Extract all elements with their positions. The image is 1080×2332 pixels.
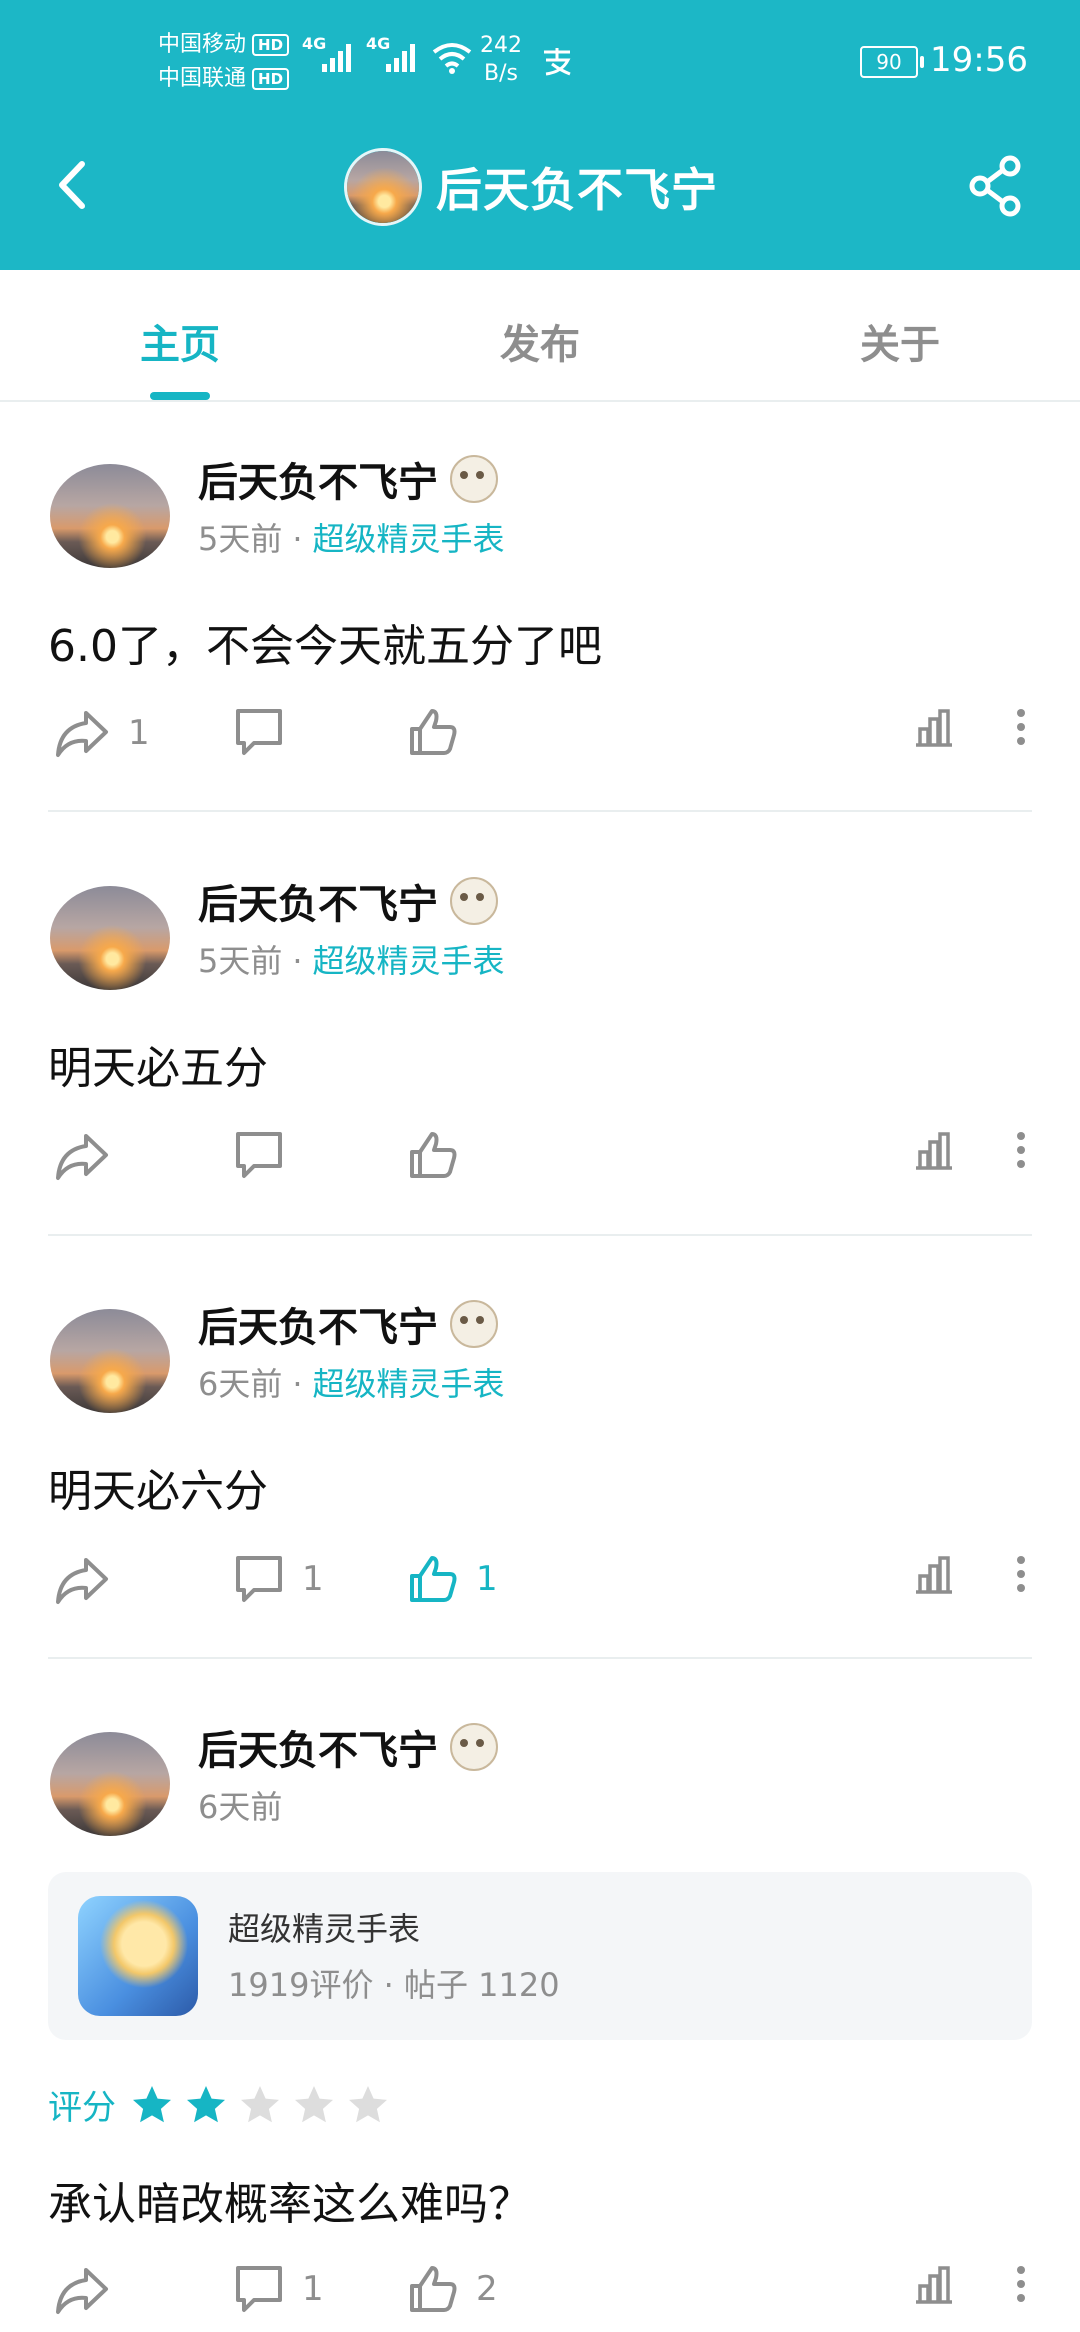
forward-icon <box>56 1134 108 1180</box>
author-name[interactable]: 后天负不飞宁 <box>198 1718 498 1776</box>
game-stats: 1919评价 · 帖子 1120 <box>228 1966 560 2004</box>
comment-icon <box>236 1556 282 1602</box>
star-icon <box>241 2085 279 2122</box>
forward-icon <box>56 711 108 757</box>
star-icon <box>133 2085 171 2122</box>
badge-icon <box>450 455 498 503</box>
author-name[interactable]: 后天负不飞宁 <box>198 1295 498 1353</box>
app-tag[interactable]: 超级精灵手表 <box>313 520 505 558</box>
stats-icon[interactable] <box>912 1128 956 1172</box>
post-meta: 5天前 · 超级精灵手表 <box>198 520 505 558</box>
comment-icon <box>236 2266 282 2312</box>
post-actions <box>0 1128 1080 1198</box>
post-content[interactable]: 6.0了，不会今天就五分了吧 <box>48 610 602 674</box>
more-icon[interactable] <box>1014 705 1028 749</box>
post-content[interactable]: 明天必六分 <box>48 1455 268 1519</box>
like-icon <box>410 1132 457 1178</box>
clock: 19:56 <box>930 40 1028 80</box>
more-icon[interactable] <box>1014 2262 1028 2306</box>
post-meta: 5天前 · 超级精灵手表 <box>198 942 505 980</box>
badge-icon <box>450 1723 498 1771</box>
avatar[interactable] <box>50 886 170 990</box>
post-content[interactable]: 明天必五分 <box>48 1032 268 1096</box>
share-icon[interactable] <box>966 154 1026 218</box>
post-meta: 6天前 <box>198 1788 283 1826</box>
status-bar: 中国移动 HD 中国联通 HD 4G 4G 242 B/s 90 19:56 <box>0 0 1080 120</box>
tab-posts[interactable]: 发布 <box>460 312 620 370</box>
post-actions: 1 1 <box>0 1552 1080 1622</box>
tab-about[interactable]: 关于 <box>820 312 980 370</box>
author-name[interactable]: 后天负不飞宁 <box>198 450 498 508</box>
comment-icon <box>236 1132 282 1178</box>
wifi-icon <box>432 43 472 74</box>
stats-icon[interactable] <box>912 1552 956 1596</box>
net-speed: 242 B/s <box>480 33 522 86</box>
author-name[interactable]: 后天负不飞宁 <box>198 872 498 930</box>
carrier-1: 中国移动 <box>158 32 247 57</box>
stats-icon[interactable] <box>912 2262 956 2306</box>
rating: 评分 <box>48 2080 400 2129</box>
star-icon <box>295 2085 333 2122</box>
app-tag[interactable]: 超级精灵手表 <box>313 942 505 980</box>
post-meta: 6天前 · 超级精灵手表 <box>198 1365 505 1403</box>
comment-button[interactable] <box>232 705 302 759</box>
forward-icon <box>56 1558 108 1604</box>
badge-icon <box>450 1300 498 1348</box>
comment-icon <box>236 709 282 755</box>
divider <box>48 1657 1032 1659</box>
tab-bar: 主页 发布 关于 <box>0 270 1080 402</box>
back-arrow-icon[interactable] <box>44 150 104 220</box>
like-button[interactable] <box>406 1128 476 1182</box>
divider <box>48 810 1032 812</box>
tab-home[interactable]: 主页 <box>100 312 260 370</box>
comment-button[interactable]: 1 <box>232 2262 324 2316</box>
star-icon <box>187 2085 225 2122</box>
like-button[interactable]: 2 <box>406 2262 498 2316</box>
star-icon <box>349 2085 387 2122</box>
battery-indicator: 90 <box>860 46 924 78</box>
post-content[interactable]: 承认暗改概率这么难吗？ <box>48 2168 532 2232</box>
forward-button[interactable]: 1 <box>52 705 150 761</box>
divider <box>48 1234 1032 1236</box>
like-icon <box>410 2266 457 2312</box>
game-icon <box>78 1896 198 2016</box>
like-icon <box>410 709 457 755</box>
tab-indicator <box>150 392 210 400</box>
badge-icon <box>450 877 498 925</box>
page-title: 后天负不飞宁 <box>436 163 718 217</box>
avatar[interactable] <box>50 1732 170 1836</box>
profile-title: 后天负不飞宁 <box>344 148 718 226</box>
alipay-icon <box>544 48 571 76</box>
avatar[interactable] <box>50 464 170 568</box>
game-title: 超级精灵手表 <box>228 1910 421 1948</box>
hd-badge: HD <box>252 34 290 56</box>
post-actions: 1 <box>0 705 1080 775</box>
avatar <box>344 148 422 226</box>
game-card[interactable]: 超级精灵手表 1919评价 · 帖子 1120 <box>48 1872 1032 2040</box>
signal-icon-2 <box>386 44 415 72</box>
hd-badge: HD <box>252 68 290 90</box>
like-button[interactable] <box>406 705 476 759</box>
comment-button[interactable] <box>232 1128 302 1182</box>
comment-button[interactable]: 1 <box>232 1552 324 1606</box>
like-icon <box>410 1556 457 1602</box>
signal-icon <box>322 44 351 72</box>
post-actions: 1 2 <box>0 2262 1080 2332</box>
rating-label: 评分 <box>48 2088 116 2128</box>
stats-icon[interactable] <box>912 705 956 749</box>
avatar[interactable] <box>50 1309 170 1413</box>
forward-button[interactable] <box>52 1552 128 1608</box>
more-icon[interactable] <box>1014 1552 1028 1596</box>
forward-button[interactable] <box>52 1128 128 1184</box>
more-icon[interactable] <box>1014 1128 1028 1172</box>
carrier-info: 中国移动 HD 中国联通 HD <box>158 28 290 96</box>
like-button[interactable]: 1 <box>406 1552 498 1606</box>
app-tag[interactable]: 超级精灵手表 <box>313 1365 505 1403</box>
carrier-2: 中国联通 <box>158 66 247 91</box>
